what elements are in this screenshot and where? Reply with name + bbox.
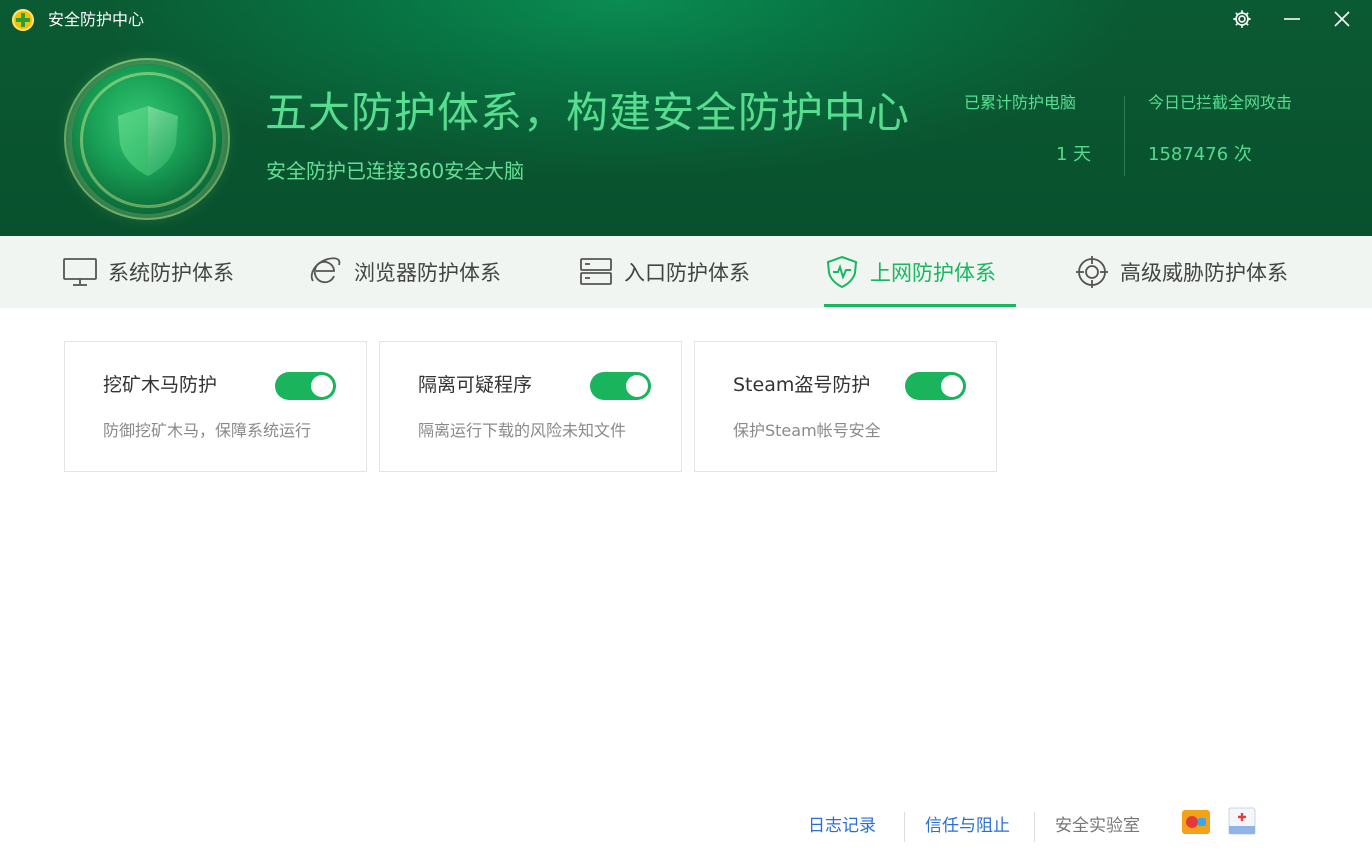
close-button[interactable] xyxy=(1328,6,1356,32)
stat-value-blocked-attacks: 1587476 次 xyxy=(1148,144,1252,165)
shield-pulse-icon xyxy=(824,255,860,289)
tab-label: 入口防护体系 xyxy=(624,261,750,285)
log-records-link[interactable]: 日志记录 xyxy=(808,814,876,838)
card-mining-trojan-protection: 挖矿木马防护 防御挖矿木马，保障系统运行 xyxy=(64,341,367,472)
tab-entry-protection[interactable]: 入口防护体系 xyxy=(578,236,750,308)
isolate-program-toggle[interactable] xyxy=(590,372,651,400)
game-icon[interactable] xyxy=(1180,806,1212,838)
toggle-knob xyxy=(941,375,963,397)
shield-icon xyxy=(118,106,178,176)
settings-button[interactable] xyxy=(1228,6,1256,32)
toggle-knob xyxy=(626,375,648,397)
stat-divider xyxy=(1124,96,1125,176)
tab-label: 上网防护体系 xyxy=(870,261,996,285)
window-title: 安全防护中心 xyxy=(48,10,145,29)
card-title: 挖矿木马防护 xyxy=(103,374,218,396)
card-isolate-suspicious-program: 隔离可疑程序 隔离运行下载的风险未知文件 xyxy=(379,341,682,472)
card-title: 隔离可疑程序 xyxy=(418,374,533,396)
tab-browser-protection[interactable]: 浏览器防护体系 xyxy=(308,236,501,308)
trust-and-block-link[interactable]: 信任与阻止 xyxy=(925,814,1010,838)
gear-icon xyxy=(1233,10,1251,28)
tab-system-protection[interactable]: 系统防护体系 xyxy=(62,236,234,308)
minimize-button[interactable] xyxy=(1278,6,1306,32)
stat-value-protected-days: 1 天 xyxy=(1056,144,1092,165)
footer-separator xyxy=(1034,812,1035,842)
stat-label-blocked-attacks: 今日已拦截全网攻击 xyxy=(1148,93,1293,112)
toggle-knob xyxy=(311,375,333,397)
card-description: 防御挖矿木马，保障系统运行 xyxy=(103,421,312,440)
first-aid-kit-icon[interactable] xyxy=(1226,806,1258,838)
card-steam-theft-protection: Steam盗号防护 保护Steam帐号安全 xyxy=(694,341,997,472)
server-icon xyxy=(578,256,614,288)
minimize-icon xyxy=(1284,18,1300,20)
tab-label: 浏览器防护体系 xyxy=(354,261,501,285)
stat-label-protected-days: 已累计防护电脑 xyxy=(964,93,1077,112)
app-logo-icon xyxy=(12,9,34,31)
tab-label: 高级威胁防护体系 xyxy=(1120,261,1288,285)
steam-protection-toggle[interactable] xyxy=(905,372,966,400)
header-subline: 安全防护已连接360安全大脑 xyxy=(266,159,525,183)
header-headline: 五大防护体系，构建安全防护中心 xyxy=(265,88,911,137)
card-description: 保护Steam帐号安全 xyxy=(733,421,881,440)
monitor-icon xyxy=(62,256,98,288)
card-description: 隔离运行下载的风险未知文件 xyxy=(418,421,627,440)
browser-e-icon xyxy=(308,255,344,289)
active-tab-indicator xyxy=(824,304,1016,307)
footer-separator xyxy=(904,812,905,842)
mining-trojan-toggle[interactable] xyxy=(275,372,336,400)
tab-internet-protection[interactable]: 上网防护体系 xyxy=(824,236,996,308)
tab-label: 系统防护体系 xyxy=(108,261,234,285)
card-title: Steam盗号防护 xyxy=(733,374,871,396)
security-lab-link[interactable]: 安全实验室 xyxy=(1055,814,1140,838)
crosshair-icon xyxy=(1074,255,1110,289)
close-icon xyxy=(1334,11,1350,27)
title-bar: 安全防护中心 xyxy=(0,0,1372,40)
header-banner: 安全防护中心 五大防护体系，构建安全防护中心 安全防护已连接360安全大脑 已累… xyxy=(0,0,1372,236)
tab-bar: 系统防护体系 浏览器防护体系 入口防护体系 上网防护体系 高级威胁防护体系 xyxy=(0,236,1372,308)
tab-advanced-threat-protection[interactable]: 高级威胁防护体系 xyxy=(1074,236,1288,308)
